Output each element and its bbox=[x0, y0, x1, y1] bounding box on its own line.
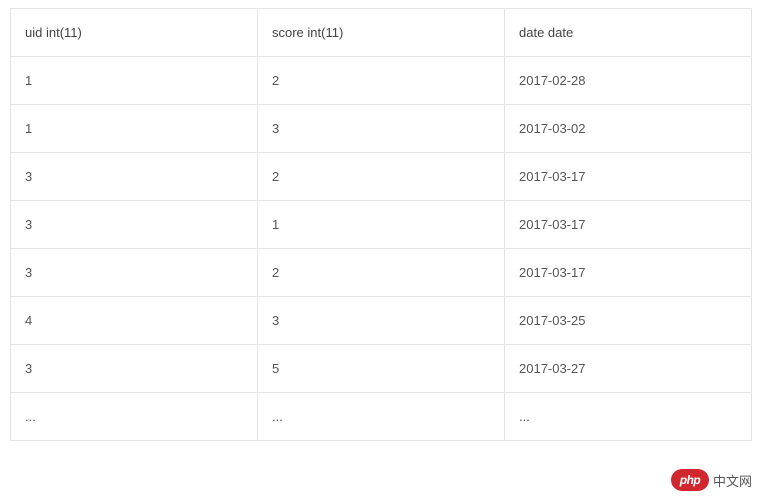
table-row: 3 2 2017-03-17 bbox=[11, 153, 752, 201]
cell-date: 2017-03-17 bbox=[505, 201, 752, 249]
cell-date: 2017-03-02 bbox=[505, 105, 752, 153]
table-row: 3 5 2017-03-27 bbox=[11, 345, 752, 393]
cell-uid: 3 bbox=[11, 249, 258, 297]
cell-uid: ... bbox=[11, 393, 258, 441]
table-row: 1 3 2017-03-02 bbox=[11, 105, 752, 153]
cell-date: 2017-03-17 bbox=[505, 153, 752, 201]
cell-uid: 3 bbox=[11, 201, 258, 249]
table-body: 1 2 2017-02-28 1 3 2017-03-02 3 2 2017-0… bbox=[11, 57, 752, 441]
cell-date: 2017-03-27 bbox=[505, 345, 752, 393]
table-row: 4 3 2017-03-25 bbox=[11, 297, 752, 345]
table-row: 1 2 2017-02-28 bbox=[11, 57, 752, 105]
cell-date: 2017-02-28 bbox=[505, 57, 752, 105]
php-logo-icon: php bbox=[671, 469, 709, 491]
cell-uid: 1 bbox=[11, 57, 258, 105]
cell-uid: 4 bbox=[11, 297, 258, 345]
cell-score: 2 bbox=[258, 57, 505, 105]
cell-date: 2017-03-25 bbox=[505, 297, 752, 345]
cell-score: 2 bbox=[258, 153, 505, 201]
cell-date: ... bbox=[505, 393, 752, 441]
cell-uid: 3 bbox=[11, 153, 258, 201]
cell-score: 2 bbox=[258, 249, 505, 297]
table-row: 3 1 2017-03-17 bbox=[11, 201, 752, 249]
cell-score: 3 bbox=[258, 297, 505, 345]
table-row: ... ... ... bbox=[11, 393, 752, 441]
cell-uid: 1 bbox=[11, 105, 258, 153]
cell-score: 5 bbox=[258, 345, 505, 393]
column-header-date: date date bbox=[505, 9, 752, 57]
watermark-brand-text: 中文网 bbox=[713, 471, 752, 490]
column-header-uid: uid int(11) bbox=[11, 9, 258, 57]
cell-score: 1 bbox=[258, 201, 505, 249]
data-table: uid int(11) score int(11) date date 1 2 … bbox=[10, 8, 752, 441]
table-header-row: uid int(11) score int(11) date date bbox=[11, 9, 752, 57]
column-header-score: score int(11) bbox=[258, 9, 505, 57]
cell-date: 2017-03-17 bbox=[505, 249, 752, 297]
watermark: php 中文网 bbox=[671, 469, 752, 491]
cell-score: 3 bbox=[258, 105, 505, 153]
table-row: 3 2 2017-03-17 bbox=[11, 249, 752, 297]
cell-uid: 3 bbox=[11, 345, 258, 393]
cell-score: ... bbox=[258, 393, 505, 441]
